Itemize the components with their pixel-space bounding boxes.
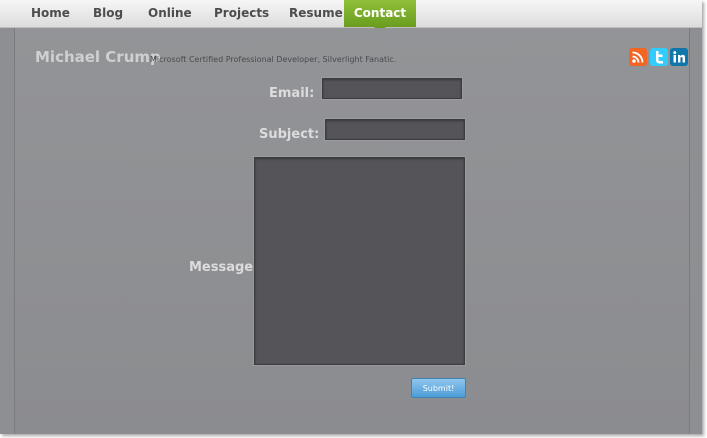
subject-input[interactable] [325, 119, 465, 140]
nav-bar: Home Blog Online Projects Resume Contact [0, 0, 702, 33]
subject-label: Subject: [259, 127, 320, 142]
nav-item-online[interactable]: Online [148, 0, 192, 27]
message-label: Message: [189, 260, 259, 275]
site-tagline: Microsoft Certified Professional Develop… [150, 55, 397, 64]
rss-icon[interactable] [629, 48, 647, 66]
nav-item-home[interactable]: Home [31, 0, 70, 27]
email-label: Email: [269, 86, 315, 101]
site-title[interactable]: Michael Crump [35, 48, 161, 66]
submit-button[interactable]: Submit! [411, 378, 466, 398]
nav-item-contact-label: Contact [353, 6, 407, 20]
nav-item-projects[interactable]: Projects [214, 0, 269, 27]
message-textarea[interactable] [254, 157, 465, 365]
email-input[interactable] [322, 78, 462, 99]
nav-item-resume[interactable]: Resume [289, 0, 343, 27]
browser-page: Home Blog Online Projects Resume Contact… [0, 0, 702, 434]
linkedin-icon[interactable] [670, 48, 688, 66]
nav-item-blog[interactable]: Blog [93, 0, 123, 27]
twitter-icon[interactable] [650, 48, 668, 66]
nav-item-contact[interactable]: Contact [344, 0, 416, 33]
